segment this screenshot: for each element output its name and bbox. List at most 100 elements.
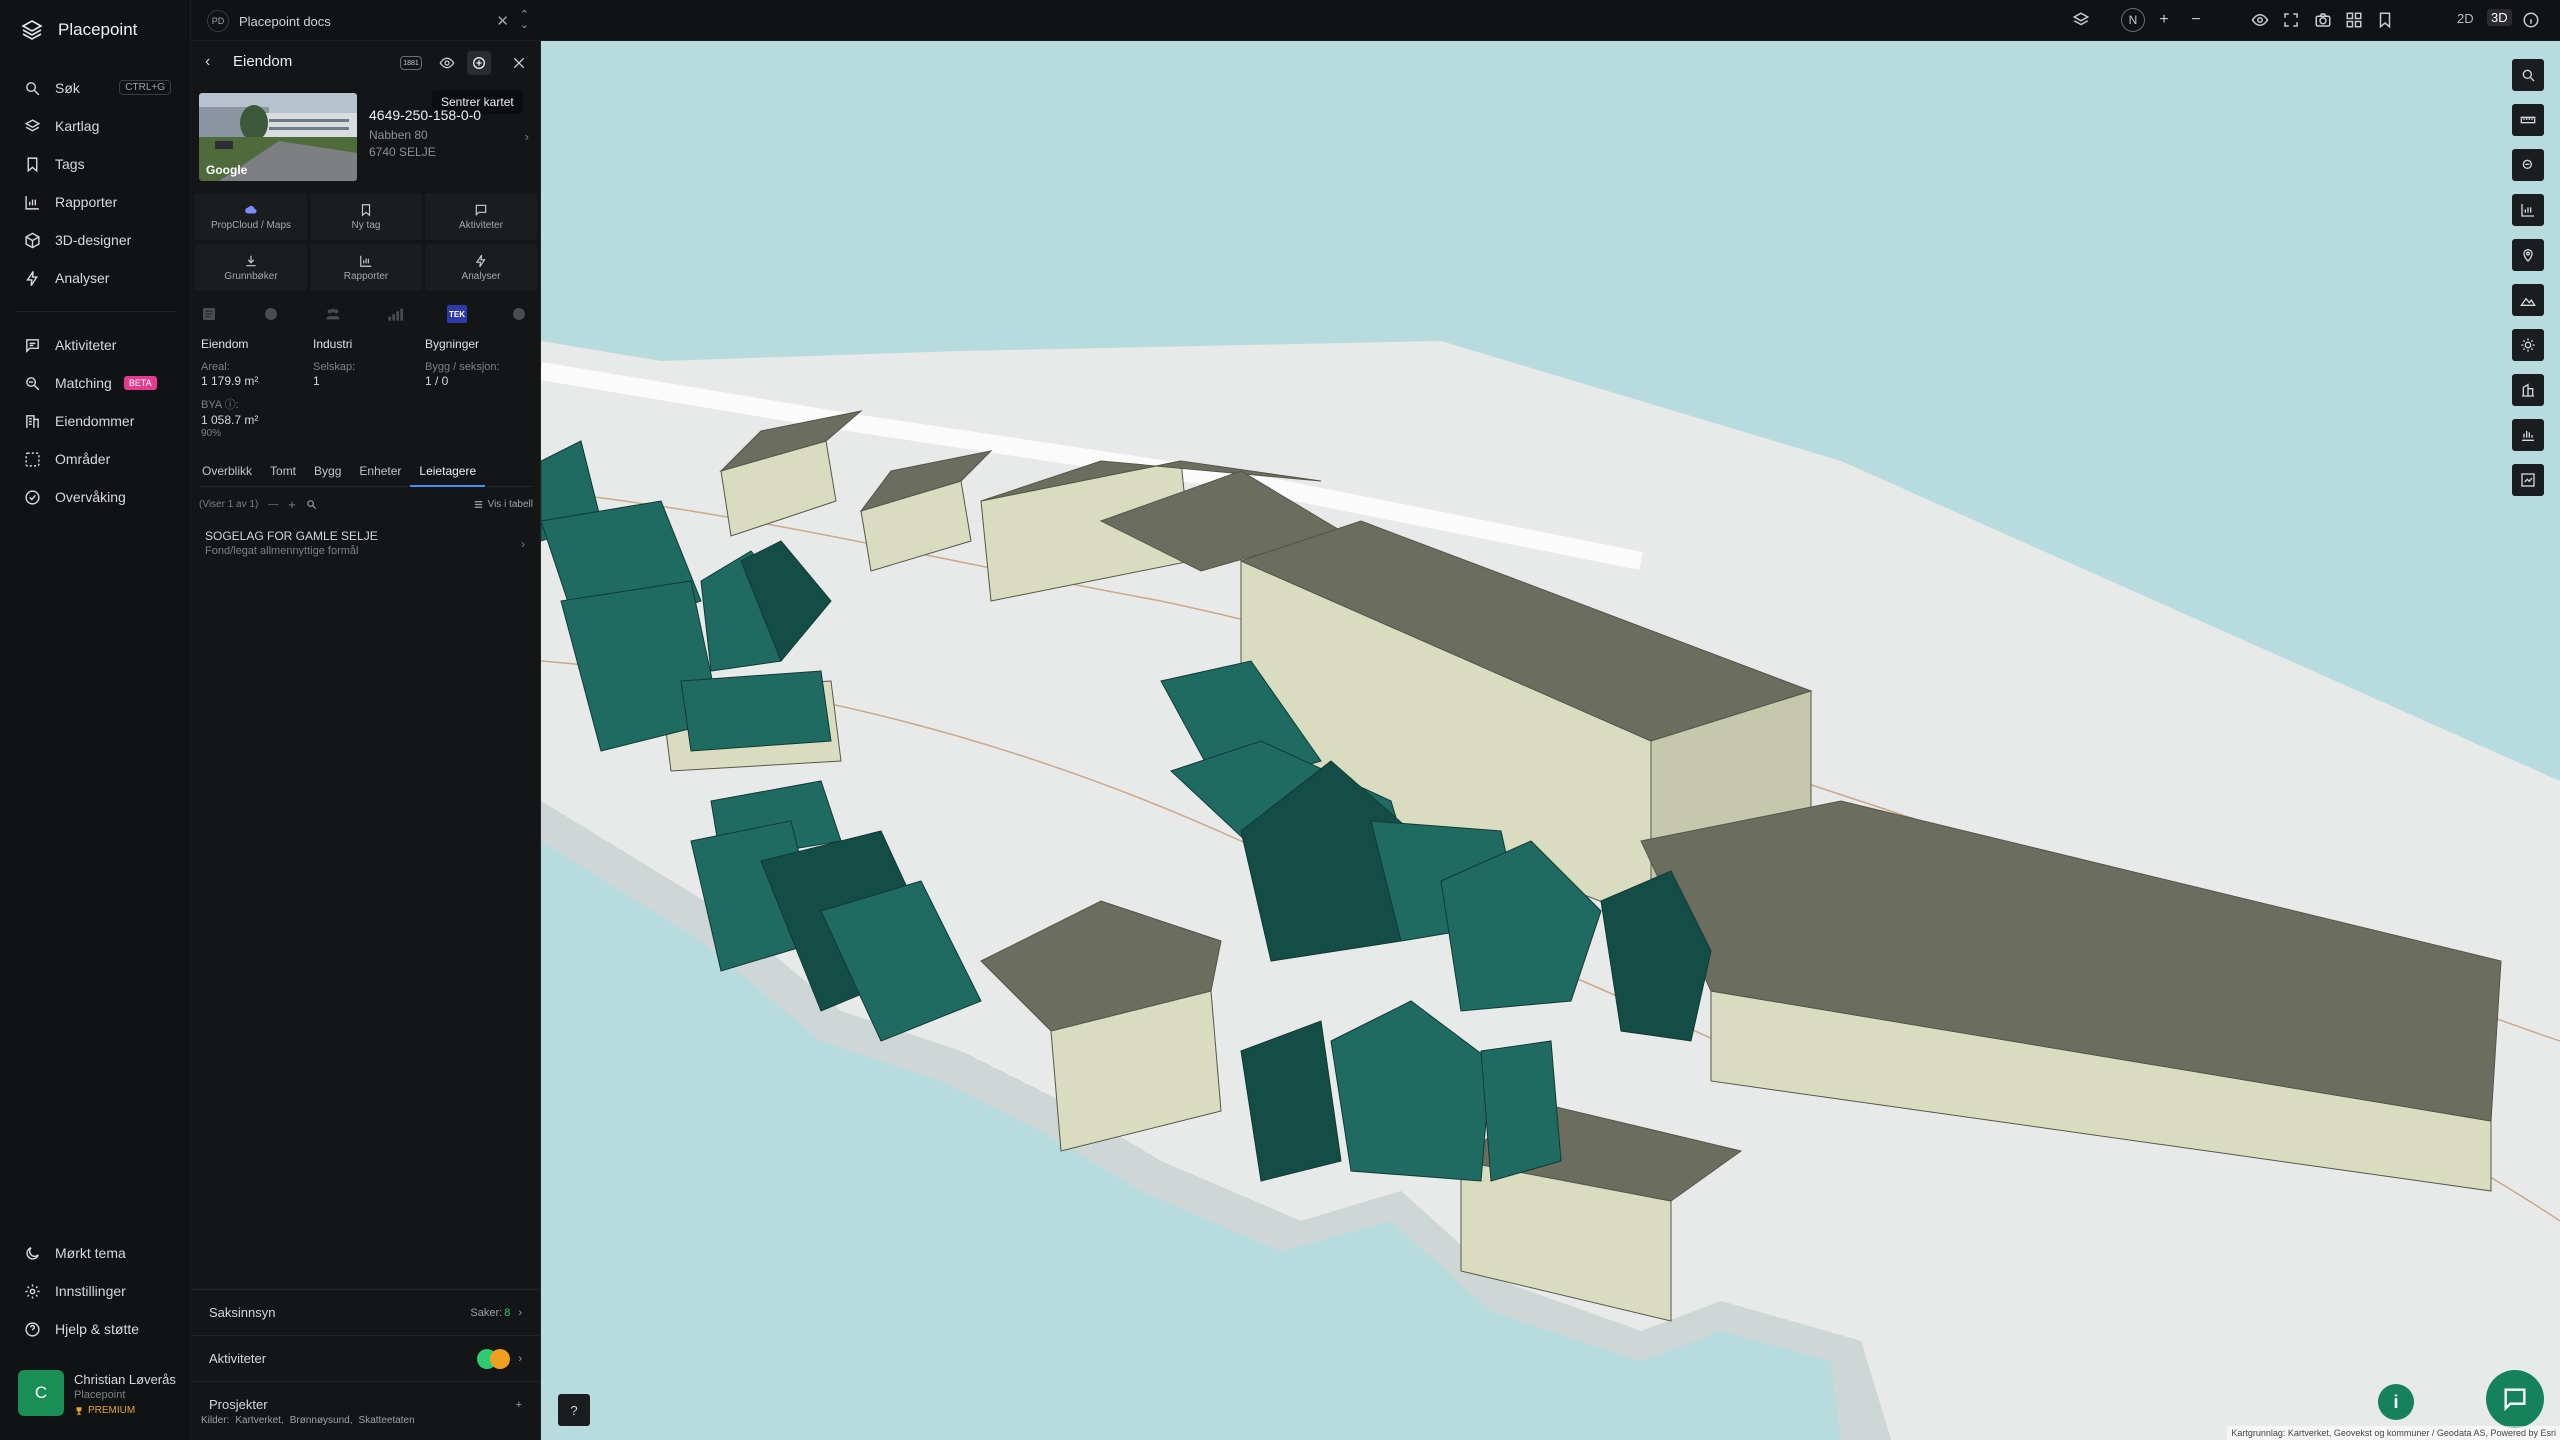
show-table-button[interactable]: Vis i tabell: [473, 499, 533, 510]
nav-item-dark-theme[interactable]: Mørkt tema: [0, 1234, 191, 1272]
source-link[interactable]: Brønnøysund,: [290, 1415, 353, 1426]
download-icon: [246, 255, 256, 266]
tool-terrain-icon[interactable]: [2512, 284, 2544, 316]
nav-item-3d-designer[interactable]: 3D-designer: [0, 221, 191, 259]
nav-item-omrader[interactable]: Områder: [0, 440, 191, 478]
zoom-in-icon[interactable]: +: [2154, 10, 2174, 30]
chat-icon: [475, 204, 487, 216]
plan-label: PREMIUM: [88, 1405, 136, 1416]
back-arrow-icon[interactable]: ‹: [205, 53, 210, 71]
nav-item-kartlag[interactable]: Kartlag: [0, 107, 191, 145]
grid-icon[interactable]: [2344, 10, 2364, 30]
tab-leietagere[interactable]: Leietagere: [410, 461, 486, 487]
action-grunnboker[interactable]: Grunnbøker: [195, 244, 307, 291]
eye-icon[interactable]: [435, 51, 459, 75]
action-aktiviteter[interactable]: Aktiviteter: [425, 193, 537, 240]
source-link[interactable]: Skatteetaten: [359, 1415, 415, 1426]
stat-heading: Bygninger: [425, 337, 480, 351]
bookmark-icon[interactable]: [2375, 10, 2395, 30]
bar-chart-icon[interactable]: [385, 304, 405, 324]
user-profile[interactable]: C Christian Løverås Placepoint PREMIUM: [18, 1370, 176, 1416]
nav-search[interactable]: Søk CTRL+G: [0, 69, 191, 107]
nav-item-matching[interactable]: Matching BETA: [0, 364, 191, 402]
tool-buildings-icon[interactable]: [2512, 374, 2544, 406]
nav-item-eiendommer[interactable]: Eiendommer: [0, 402, 191, 440]
layers-toggle-icon[interactable]: [2071, 10, 2091, 30]
action-analyser[interactable]: Analyser: [425, 244, 537, 291]
document-icon[interactable]: [199, 304, 219, 324]
view-2d-toggle[interactable]: 2D: [2457, 11, 2474, 26]
tool-search-location-icon[interactable]: [2512, 59, 2544, 91]
compass-icon[interactable]: N: [2121, 8, 2145, 32]
main-navigation: Placepoint Søk CTRL+G Kartlag Tags Rappo…: [0, 0, 191, 1440]
tab-tomt[interactable]: Tomt: [261, 461, 305, 487]
info-button[interactable]: i: [2378, 1384, 2414, 1420]
tool-sun-icon[interactable]: [2512, 329, 2544, 361]
plan-badge: PREMIUM: [74, 1405, 176, 1416]
search-icon: [26, 81, 40, 95]
people-icon[interactable]: [323, 304, 343, 324]
tool-stats-icon[interactable]: [2512, 464, 2544, 496]
collapse-icon[interactable]: —: [268, 499, 278, 510]
nav-item-rapporter[interactable]: Rapporter: [0, 183, 191, 221]
tek-icon[interactable]: TEK: [447, 305, 467, 323]
close-icon[interactable]: ✕: [496, 12, 509, 30]
tool-view-icon[interactable]: [2512, 149, 2544, 181]
action-label: PropCloud / Maps: [210, 219, 292, 231]
nav-item-settings[interactable]: Innstillinger: [0, 1272, 191, 1310]
doc-title: Placepoint docs: [239, 13, 331, 29]
1881-badge-icon[interactable]: 1881: [400, 56, 422, 70]
chat-button[interactable]: [2486, 1370, 2544, 1428]
panel-tabs: Overblikk Tomt Bygg Enheter Leietagere: [199, 461, 533, 487]
action-new-tag[interactable]: Ny tag: [310, 193, 422, 240]
nav-item-help[interactable]: Hjelp & støtte: [0, 1310, 191, 1348]
close-icon[interactable]: [507, 51, 531, 75]
list-item[interactable]: SOGELAG FOR GAMLE SELJE Fond/legat allme…: [205, 529, 525, 557]
info-icon[interactable]: [2521, 10, 2541, 30]
fullscreen-icon[interactable]: [2281, 10, 2301, 30]
brand[interactable]: Placepoint: [20, 18, 137, 42]
source-link[interactable]: Kartverket,: [235, 1415, 283, 1426]
center-map-icon[interactable]: [467, 51, 491, 75]
map-help-button[interactable]: ?: [558, 1394, 590, 1426]
nav-item-tags[interactable]: Tags: [0, 145, 191, 183]
add-project-button[interactable]: +: [516, 1399, 522, 1411]
cloud-icon: [245, 205, 257, 214]
list-toolbar: (Viser 1 av 1) — + Vis i tabell: [199, 493, 533, 515]
stat-heading: Industri: [313, 337, 353, 351]
search-icon[interactable]: [306, 499, 317, 510]
tab-bygg[interactable]: Bygg: [305, 461, 350, 487]
shape-icon[interactable]: [509, 304, 529, 324]
map-scene[interactable]: [541, 41, 2560, 1440]
nav-item-overvaking[interactable]: Overvåking: [0, 478, 191, 516]
globe-icon[interactable]: [261, 304, 281, 324]
add-icon[interactable]: +: [288, 497, 296, 512]
trophy-icon: [76, 1406, 82, 1415]
map-3d-view[interactable]: ? i Kartgrunnlag: Kartverket, Geovekst o…: [541, 41, 2560, 1440]
section-saksinnsyn[interactable]: Saksinnsyn Saker: 8 ›: [191, 1289, 540, 1335]
action-rapporter[interactable]: Rapporter: [310, 244, 422, 291]
updown-icon[interactable]: ⌃ ⌄: [520, 10, 529, 31]
tool-profile-icon[interactable]: [2512, 419, 2544, 451]
stat-label: Bygg / seksjon:: [425, 361, 500, 373]
section-aktiviteter[interactable]: Aktiviteter ›: [191, 1335, 540, 1381]
camera-icon[interactable]: [2313, 10, 2333, 30]
map-attribution: Kartgrunnlag: Kartverket, Geovekst og ko…: [2227, 1426, 2560, 1440]
view-3d-toggle[interactable]: 3D: [2487, 9, 2512, 26]
tool-pin-icon[interactable]: [2512, 239, 2544, 271]
nav-item-analyser[interactable]: Analyser: [0, 259, 191, 297]
action-propcloud[interactable]: PropCloud / Maps: [195, 193, 307, 240]
eye-icon[interactable]: [2250, 10, 2270, 30]
cases-count: 8: [504, 1306, 511, 1319]
tool-chart-icon[interactable]: [2512, 194, 2544, 226]
property-summary[interactable]: 4649-250-158-0-0 Nabben 80 6740 SELJE ›: [369, 107, 529, 159]
street-view-photo[interactable]: Google: [199, 93, 357, 181]
tab-overblikk[interactable]: Overblikk: [199, 461, 261, 487]
stats-bygninger: Bygninger Bygg / seksjon: 1 / 0: [425, 337, 535, 388]
nav-item-aktiviteter[interactable]: Aktiviteter: [0, 326, 191, 364]
tool-measure-icon[interactable]: [2512, 104, 2544, 136]
zoom-out-icon[interactable]: −: [2186, 10, 2206, 30]
tab-enheter[interactable]: Enheter: [350, 461, 410, 487]
document-tab[interactable]: PD Placepoint docs ✕ ⌃ ⌄: [207, 8, 531, 34]
help-icon: [25, 1321, 40, 1337]
